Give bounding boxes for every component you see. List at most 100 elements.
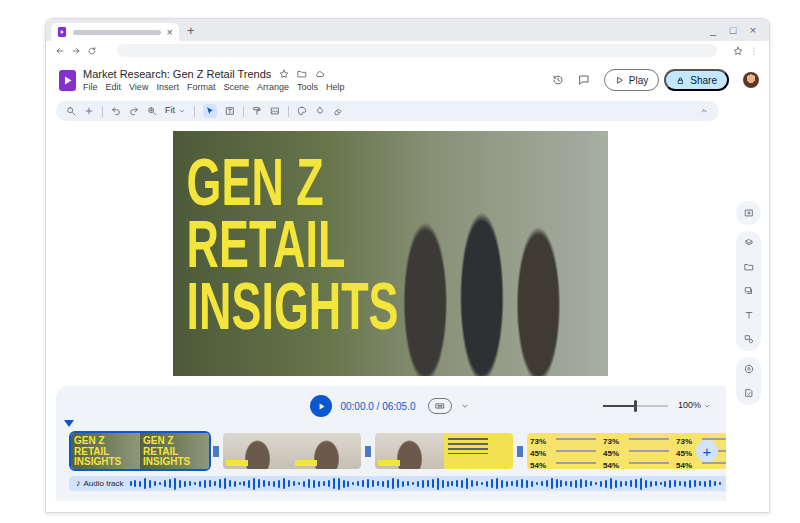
text-icon[interactable] [744, 310, 754, 320]
menu-item[interactable]: Insert [156, 81, 179, 93]
waveform-bar [615, 480, 617, 488]
undo-icon[interactable] [111, 106, 121, 116]
select-tool[interactable] [203, 104, 217, 118]
transition[interactable] [211, 431, 221, 471]
shapes-icon[interactable] [744, 334, 754, 344]
record-icon[interactable] [744, 364, 754, 374]
zoom-select[interactable]: Fit [165, 104, 186, 118]
waveform-bar [263, 480, 265, 487]
image-icon[interactable] [270, 106, 280, 116]
transition[interactable] [363, 431, 373, 471]
menu-item[interactable]: Help [326, 81, 345, 93]
waveform-bar [595, 482, 597, 485]
folder-icon[interactable] [744, 262, 754, 272]
zoom-percent[interactable]: 100% [678, 399, 701, 413]
menu-item[interactable]: Scene [223, 81, 249, 93]
clip-frame: GEN ZRETAILINSIGHTS [71, 433, 140, 469]
reload-icon[interactable] [87, 46, 97, 56]
zoom-icon[interactable] [147, 106, 157, 116]
minimize-button[interactable]: _ [703, 25, 723, 36]
scene-clip[interactable] [373, 431, 515, 471]
menu-item[interactable]: Format [187, 81, 216, 93]
play-icon [615, 76, 624, 85]
toolbar-separator [243, 106, 244, 117]
tab-close-button[interactable]: × [167, 27, 173, 38]
scene-clip[interactable]: GEN ZRETAILINSIGHTSGEN ZRETAILINSIGHTS [69, 431, 211, 471]
menu-item[interactable]: Edit [106, 81, 122, 93]
cloud-status-icon[interactable] [315, 69, 325, 79]
waveform-bar [412, 482, 414, 485]
waveform-bar [476, 481, 478, 486]
clip-frames [223, 433, 361, 469]
eraser-icon[interactable] [333, 106, 343, 116]
menu-item[interactable]: Tools [297, 81, 318, 93]
timeline-play-button[interactable] [310, 395, 332, 417]
add-scene-icon[interactable] [744, 208, 754, 218]
user-avatar[interactable] [743, 72, 759, 88]
zoom-slider-handle[interactable] [634, 400, 637, 412]
add-icon[interactable] [84, 106, 94, 116]
collapse-toolbar-icon[interactable] [699, 106, 709, 116]
browser-menu-icon[interactable] [749, 46, 759, 56]
waveform-bar [704, 481, 706, 487]
waveform-bar [506, 481, 508, 487]
waveform-bar [184, 481, 186, 487]
waveform-bar [382, 481, 384, 487]
dropdown-caret-icon[interactable] [703, 402, 711, 410]
close-window-button[interactable]: × [743, 25, 763, 36]
menu-item[interactable]: Arrange [257, 81, 289, 93]
share-label: Share [690, 73, 717, 88]
text-box-icon[interactable] [225, 106, 235, 116]
paint-format-icon[interactable] [252, 106, 262, 116]
redo-icon[interactable] [129, 106, 139, 116]
palette-icon[interactable] [297, 106, 307, 116]
waveform-bar [377, 481, 379, 486]
scene-canvas[interactable]: GEN ZRETAILINSIGHTS [173, 131, 608, 376]
share-button[interactable]: Share [664, 69, 729, 91]
scene-title[interactable]: GEN ZRETAILINSIGHTS [173, 131, 469, 337]
address-bar[interactable] [117, 44, 717, 57]
templates-icon[interactable] [744, 238, 754, 248]
playhead-marker[interactable] [64, 420, 74, 427]
waveform-bar [174, 478, 176, 490]
bookmark-star-icon[interactable] [733, 46, 743, 56]
browser-tab[interactable]: × [51, 23, 179, 41]
menu-item[interactable]: File [83, 81, 98, 93]
waveform-bar [669, 480, 671, 488]
transition[interactable] [515, 431, 525, 471]
add-scene-button[interactable]: + [696, 440, 718, 462]
waveform-bar [204, 480, 206, 488]
comments-icon[interactable] [578, 74, 590, 86]
waveform-bar [694, 480, 696, 487]
fill-color-icon[interactable] [315, 106, 325, 116]
zoom-slider[interactable] [603, 405, 668, 407]
waveform-bar [130, 481, 132, 486]
document-title[interactable]: Market Research: Gen Z Retail Trends [83, 67, 271, 81]
clip-frame [223, 433, 292, 469]
playback-controls: 00:00.0 / 06:05.0 [310, 395, 469, 417]
script-icon[interactable] [744, 388, 754, 398]
maximize-button[interactable]: □ [723, 25, 743, 36]
search-icon[interactable] [66, 106, 76, 116]
dropdown-caret-icon[interactable] [460, 401, 470, 411]
menu-item[interactable]: View [129, 81, 148, 93]
audio-track[interactable]: ♪ Audio track [69, 476, 726, 491]
vids-logo-icon[interactable] [59, 70, 76, 91]
star-icon[interactable] [279, 69, 289, 79]
play-button[interactable]: Play [604, 69, 659, 91]
back-icon[interactable] [55, 46, 65, 56]
waveform-bar [179, 480, 181, 488]
waveform-bar [343, 480, 345, 488]
waveform-bar [352, 482, 354, 485]
waveform-bar [357, 481, 359, 486]
waveform-bar [224, 478, 226, 489]
move-folder-icon[interactable] [297, 69, 307, 79]
clip-frame: GEN ZRETAILINSIGHTS [140, 433, 209, 469]
version-history-icon[interactable] [552, 74, 564, 86]
scene-clip[interactable] [221, 431, 363, 471]
captions-button[interactable] [428, 398, 452, 414]
forward-icon[interactable] [71, 46, 81, 56]
media-icon[interactable] [744, 286, 754, 296]
scene-title-line: RETAIL [187, 213, 469, 275]
new-tab-button[interactable]: + [187, 24, 195, 37]
